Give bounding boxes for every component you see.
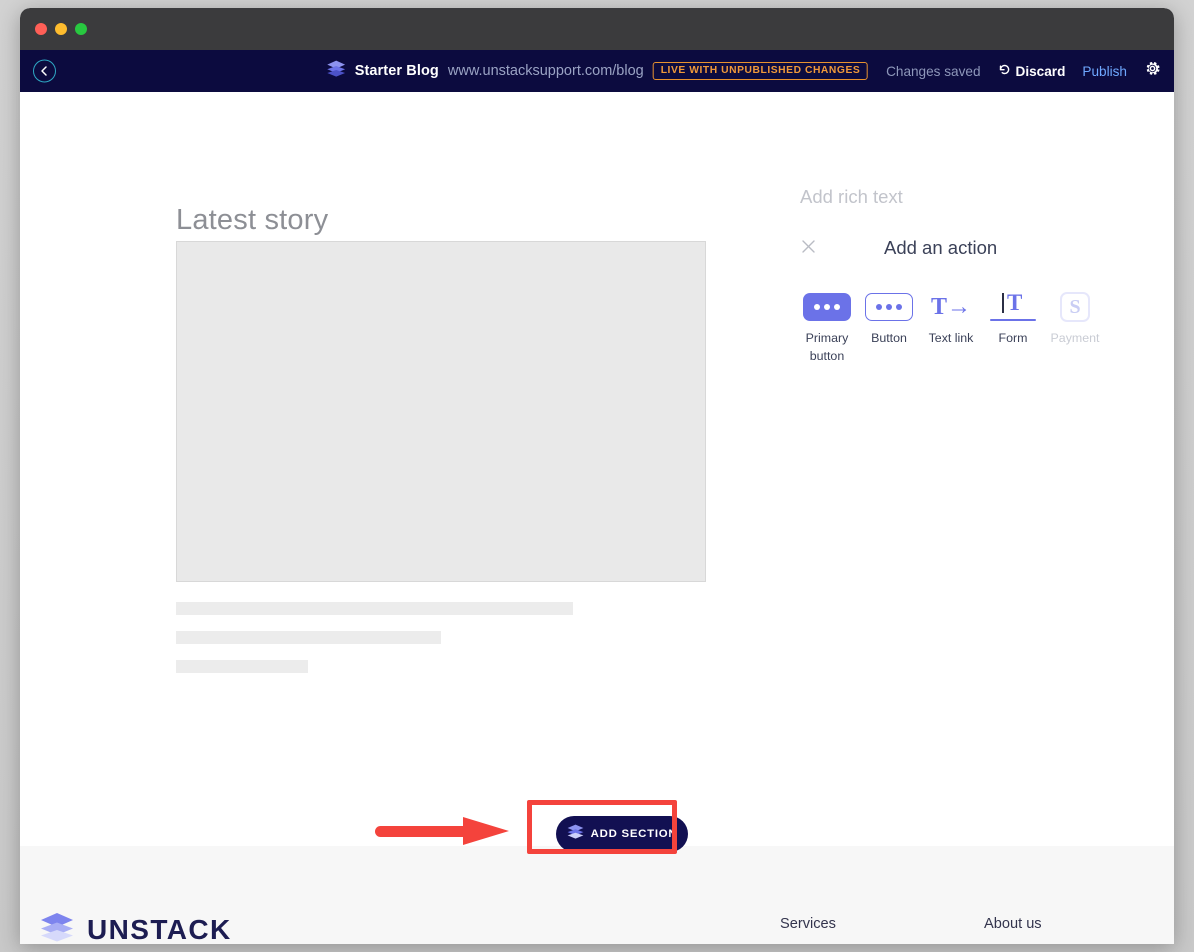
close-icon[interactable] <box>800 238 820 258</box>
text-skeleton-line <box>176 602 573 615</box>
footer-column-heading: About us <box>984 916 1042 932</box>
page-title[interactable]: Latest story <box>176 204 328 237</box>
site-info: Starter Blog www.unstacksupport.com/blog… <box>327 60 868 82</box>
action-label: Payment <box>1051 329 1100 347</box>
footer-column-about: About us Team Values <box>984 916 1042 944</box>
text-skeleton-line <box>176 631 441 644</box>
window-titlebar <box>20 8 1174 50</box>
layers-icon <box>40 912 74 944</box>
layers-icon <box>327 60 346 82</box>
action-form[interactable]: T Form <box>986 286 1040 347</box>
action-primary-button[interactable]: Primary button <box>800 286 854 366</box>
gear-icon[interactable] <box>1144 60 1161 82</box>
topbar-actions: Changes saved Discard Publish <box>886 60 1161 82</box>
back-button[interactable] <box>33 60 56 83</box>
site-name[interactable]: Starter Blog <box>355 63 439 79</box>
discard-label: Discard <box>1016 64 1066 79</box>
action-label: Button <box>871 329 907 347</box>
app-window: Starter Blog www.unstacksupport.com/blog… <box>20 8 1174 944</box>
publish-button[interactable]: Publish <box>1082 64 1127 79</box>
action-button[interactable]: Button <box>862 286 916 347</box>
add-section-button[interactable]: ADD SECTION <box>556 816 688 852</box>
minimize-window-button[interactable] <box>55 23 67 35</box>
footer-column-heading: Services <box>780 916 877 932</box>
status-badge: LIVE WITH UNPUBLISHED CHANGES <box>653 62 868 80</box>
site-footer: UNSTACK 123 Main Street Portland, ME 041… <box>20 846 1174 944</box>
button-icon <box>865 286 913 328</box>
annotation-arrow <box>375 815 511 847</box>
editor-topbar: Starter Blog www.unstacksupport.com/blog… <box>20 50 1174 92</box>
action-label: Text link <box>929 329 974 347</box>
action-label: Form <box>999 329 1028 347</box>
action-type-list: Primary button Button T→ Text link <box>800 286 1102 366</box>
footer-column-services: Services Product design Development <box>780 916 877 944</box>
editor-canvas: Latest story Add rich text Add an action <box>20 92 1174 944</box>
discard-button[interactable]: Discard <box>998 63 1066 79</box>
layers-icon <box>567 824 584 844</box>
screen: Starter Blog www.unstacksupport.com/blog… <box>0 0 1194 952</box>
footer-wordmark: UNSTACK <box>87 914 232 945</box>
add-action-header: Add an action <box>800 238 1100 262</box>
action-text-link[interactable]: T→ Text link <box>924 286 978 347</box>
traffic-lights <box>35 23 87 35</box>
close-window-button[interactable] <box>35 23 47 35</box>
primary-button-icon <box>803 286 851 328</box>
action-label: Primary button <box>800 329 854 366</box>
footer-logo[interactable]: UNSTACK <box>40 912 232 944</box>
payment-icon: S <box>1060 286 1090 328</box>
text-skeleton-line <box>176 660 308 673</box>
undo-icon <box>998 63 1011 79</box>
changes-saved-status: Changes saved <box>886 64 980 79</box>
text-link-icon: T→ <box>931 286 971 328</box>
action-payment[interactable]: S Payment <box>1048 286 1102 347</box>
add-section-label: ADD SECTION <box>591 828 678 840</box>
image-placeholder[interactable] <box>176 241 706 582</box>
rich-text-placeholder[interactable]: Add rich text <box>800 186 903 208</box>
site-url[interactable]: www.unstacksupport.com/blog <box>448 63 644 79</box>
chevron-left-icon <box>39 66 50 77</box>
form-icon: T <box>990 286 1036 328</box>
zoom-window-button[interactable] <box>75 23 87 35</box>
add-action-title: Add an action <box>884 237 997 259</box>
